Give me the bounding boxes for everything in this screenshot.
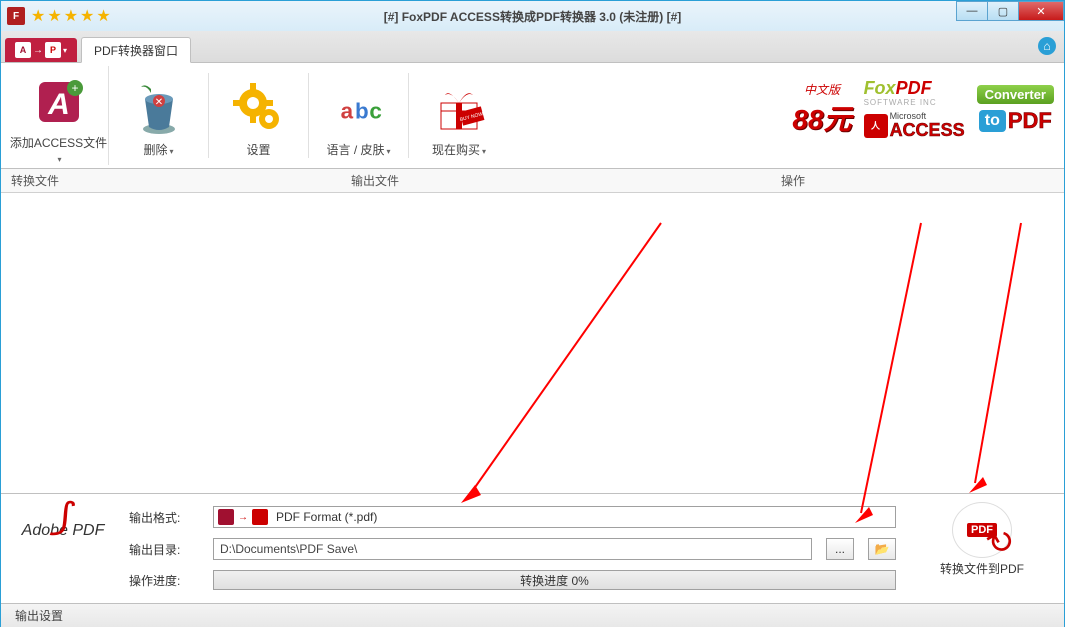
progress-label: 操作进度: xyxy=(129,572,199,589)
pdf-icon: P xyxy=(45,42,61,58)
ribbon-label: 语言 / 皮肤 xyxy=(326,143,384,157)
svg-text:c: c xyxy=(369,99,381,124)
settings-button[interactable]: 设置 xyxy=(209,73,309,158)
output-dir-input[interactable]: D:\Documents\PDF Save\ xyxy=(213,538,812,560)
progress-bar: 转换进度 0% xyxy=(213,570,896,590)
annotation-arrow-icon xyxy=(961,213,1031,493)
col-output-file[interactable]: 输出文件 xyxy=(351,172,781,189)
status-text: 输出设置 xyxy=(15,607,63,624)
output-format-label: 输出格式: xyxy=(129,509,199,526)
close-button[interactable]: ✕ xyxy=(1018,1,1064,21)
tab-converter-window[interactable]: PDF转换器窗口 xyxy=(81,37,191,63)
output-format-select[interactable]: → PDF Format (*.pdf) xyxy=(213,506,896,528)
gear-icon xyxy=(231,81,287,137)
access-icon xyxy=(218,509,234,525)
ribbon-label: 现在购买 xyxy=(432,143,480,157)
convert-label: 转换文件到PDF xyxy=(912,560,1052,577)
folder-icon: 📂 xyxy=(875,542,890,556)
window-title: [#] FoxPDF ACCESS转换成PDF转换器 3.0 (未注册) [#] xyxy=(384,8,682,25)
col-action[interactable]: 操作 xyxy=(781,172,1064,189)
brand-logos: 中文版 88元 FoxPDF SOFTWARE INC 人 MicrosoftA… xyxy=(792,79,1054,139)
ribbon-toolbar: A+ 添加ACCESS文件▾ ✕ 删除▾ 设置 abc 语言 / 皮肤▾ BUY… xyxy=(1,63,1064,169)
add-file-icon: A+ xyxy=(31,74,87,130)
statusbar: 输出设置 xyxy=(1,603,1064,627)
output-panel: ⟆ Adobe PDF 输出格式: → PDF Format (*.pdf) 输… xyxy=(1,493,1064,603)
ribbon-label: 设置 xyxy=(209,141,308,158)
foxpdf-logo: FoxPDF SOFTWARE INC xyxy=(864,79,937,108)
annotation-arrow-icon xyxy=(841,213,931,523)
svg-text:A: A xyxy=(47,88,70,121)
app-icon: F xyxy=(7,7,25,25)
arrow-right-icon: → xyxy=(33,45,43,56)
open-folder-button[interactable]: 📂 xyxy=(868,538,896,560)
language-button[interactable]: abc 语言 / 皮肤▾ xyxy=(309,73,409,158)
star-icon: ★ xyxy=(47,6,61,26)
browse-dots-button[interactable]: ... xyxy=(826,538,854,560)
output-form: 输出格式: → PDF Format (*.pdf) 输出目录: D:\Docu… xyxy=(129,502,896,600)
file-list-area[interactable] xyxy=(1,193,1064,493)
to-pdf-logo: toPDF xyxy=(979,108,1052,134)
buy-now-button[interactable]: BUY NOW! 现在购买▾ xyxy=(409,73,509,158)
star-icon: ★ xyxy=(80,6,94,26)
minimize-button[interactable]: — xyxy=(956,1,988,21)
star-icon: ★ xyxy=(31,6,45,26)
promo-88-icon[interactable]: 中文版 88元 xyxy=(792,81,851,138)
window-controls: — ▢ ✕ xyxy=(957,1,1064,21)
maximize-button[interactable]: ▢ xyxy=(987,1,1019,21)
svg-text:a: a xyxy=(340,99,353,124)
arrow-right-icon: → xyxy=(238,512,248,523)
add-access-button[interactable]: A+ 添加ACCESS文件▾ xyxy=(9,66,109,165)
access-icon: A xyxy=(15,42,31,58)
delete-button[interactable]: ✕ 删除▾ xyxy=(109,73,209,158)
abc-icon: abc xyxy=(331,81,387,137)
trash-icon: ✕ xyxy=(131,81,187,137)
svg-text:b: b xyxy=(355,99,369,124)
list-column-headers: 转换文件 输出文件 操作 xyxy=(1,169,1064,193)
tab-label: PDF转换器窗口 xyxy=(94,42,178,59)
adobe-pdf-logo: ⟆ Adobe PDF xyxy=(13,502,113,540)
titlebar: F ★ ★ ★ ★ ★ [#] FoxPDF ACCESS转换成PDF转换器 3… xyxy=(1,1,1064,31)
svg-text:✕: ✕ xyxy=(154,97,162,108)
annotation-arrow-icon xyxy=(451,213,671,503)
gift-icon: BUY NOW! xyxy=(431,81,487,137)
format-tab-icon[interactable]: A → P ▾ xyxy=(5,38,77,62)
star-icon: ★ xyxy=(96,6,110,26)
ribbon-label: 添加ACCESS文件 xyxy=(10,136,107,150)
convert-to-pdf-button[interactable]: PDF↻ 转换文件到PDF xyxy=(912,502,1052,577)
output-dir-label: 输出目录: xyxy=(129,541,199,558)
star-icon: ★ xyxy=(64,6,78,26)
col-convert-file[interactable]: 转换文件 xyxy=(1,172,351,189)
tabstrip: A → P ▾ PDF转换器窗口 ⌂ xyxy=(1,31,1064,63)
converter-badge: Converter xyxy=(977,85,1054,104)
svg-text:+: + xyxy=(71,81,78,95)
pdf-badge-icon: 人 xyxy=(864,114,888,138)
access-logo: 人 MicrosoftACCESS xyxy=(864,112,965,139)
ribbon-label: 删除 xyxy=(143,143,167,157)
rating-stars: ★ ★ ★ ★ ★ xyxy=(31,6,111,26)
pdf-convert-icon: PDF↻ xyxy=(952,502,1012,558)
help-icon[interactable]: ⌂ xyxy=(1038,37,1056,55)
pdf-icon xyxy=(252,509,268,525)
format-value: PDF Format (*.pdf) xyxy=(276,510,377,524)
